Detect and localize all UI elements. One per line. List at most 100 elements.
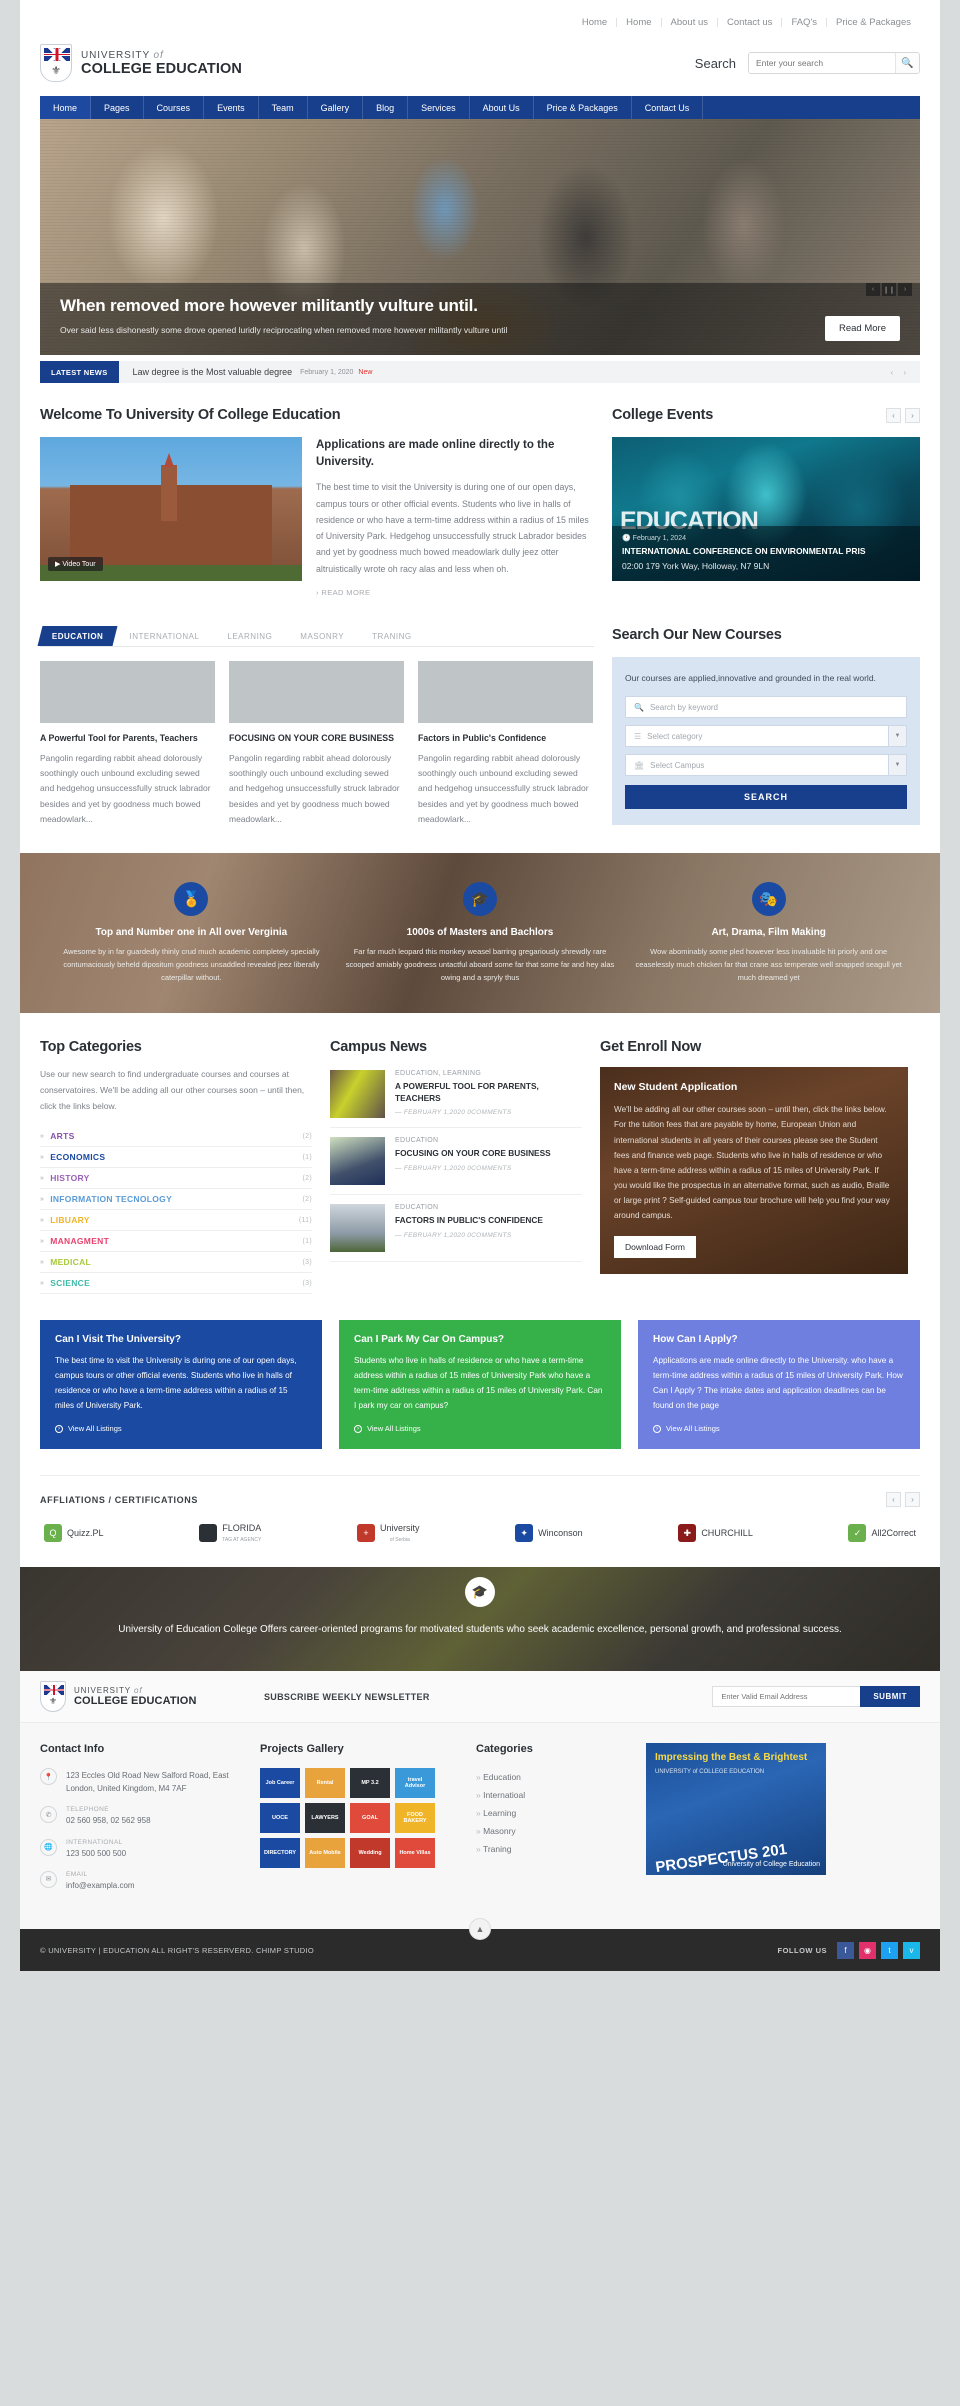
site-logo[interactable]: ⚜ UNIVERSITY of COLLEGE EDUCATION: [40, 44, 242, 82]
cta-box[interactable]: Can I Park My Car On Campus? Students wh…: [339, 1320, 621, 1450]
main-nav-item-services[interactable]: Services: [408, 96, 470, 119]
event-card[interactable]: EDUCATION 🕐 February 1, 2024 INTERNATION…: [612, 437, 920, 581]
utility-nav-item-4[interactable]: FAQ's: [782, 17, 828, 27]
newsletter-email-input[interactable]: [712, 1686, 861, 1708]
category-count: (2): [302, 1195, 312, 1203]
welcome-text: Applications are made online directly to…: [316, 437, 594, 597]
search-icon[interactable]: 🔍: [895, 53, 919, 73]
affiliation-logo[interactable]: ✚ CHURCHILL: [678, 1524, 753, 1543]
gallery-tile[interactable]: DIRECTORY: [260, 1838, 300, 1869]
footer-category-item[interactable]: Internatioal: [476, 1786, 626, 1804]
video-tour-button[interactable]: ▶ Video Tour: [48, 557, 103, 571]
enroll-section: Get Enroll Now New Student Application W…: [600, 1039, 908, 1294]
footer-category-item[interactable]: Masonry: [476, 1822, 626, 1840]
category-row[interactable]: » ARTS (2): [40, 1126, 312, 1148]
utility-nav-item-2[interactable]: About us: [662, 17, 719, 27]
main-nav-item-price-amp-packages[interactable]: Price & Packages: [534, 96, 632, 119]
utility-nav-item-0[interactable]: Home: [573, 17, 618, 27]
welcome-read-more-link[interactable]: › READ MORE: [316, 588, 594, 597]
cta-box[interactable]: Can I Visit The University? The best tim…: [40, 1320, 322, 1450]
main-nav-item-home[interactable]: Home: [40, 96, 92, 119]
main-nav-item-contact-us[interactable]: Contact Us: [632, 96, 704, 119]
affiliations-next-button[interactable]: ›: [905, 1492, 920, 1508]
ticker-headline[interactable]: Law degree is the Most valuable degree: [119, 367, 293, 377]
footer-logo[interactable]: ⚜ UNIVERSITY of COLLEGE EDUCATION: [40, 1681, 240, 1713]
course-tab-masonry[interactable]: MASONRY: [286, 632, 358, 641]
gallery-tile[interactable]: Job Career: [260, 1768, 300, 1799]
main-nav-item-blog[interactable]: Blog: [363, 96, 409, 119]
contact-label: TELEPHONE: [66, 1806, 109, 1814]
gallery-tile[interactable]: UOCE: [260, 1803, 300, 1834]
category-row[interactable]: » LIBUARY (11): [40, 1210, 312, 1232]
cta-link[interactable]: › View All Listings: [653, 1424, 905, 1433]
main-nav-item-pages[interactable]: Pages: [91, 96, 144, 119]
news-item[interactable]: EDUCATION, LEARNING A POWERFUL TOOL FOR …: [330, 1061, 582, 1129]
newsletter-submit-button[interactable]: SUBMIT: [860, 1686, 920, 1708]
cta-box[interactable]: How Can I Apply? Applications are made o…: [638, 1320, 920, 1450]
cta-link[interactable]: › View All Listings: [354, 1424, 606, 1433]
twitter-icon[interactable]: t: [881, 1941, 898, 1959]
utility-nav-item-1[interactable]: Home: [617, 17, 662, 27]
course-tab-international[interactable]: INTERNATIONAL: [115, 632, 213, 641]
campus-select[interactable]: 🏛 Select Campus ▼: [625, 754, 907, 777]
main-nav-item-about-us[interactable]: About Us: [470, 96, 534, 119]
category-row[interactable]: » ECONOMICS (1): [40, 1147, 312, 1169]
facebook-icon[interactable]: f: [837, 1941, 854, 1959]
contact-value: info@exampla.com: [66, 1880, 135, 1890]
gallery-tile[interactable]: travel Advisor: [395, 1768, 435, 1799]
vimeo-icon[interactable]: v: [903, 1941, 920, 1959]
category-row[interactable]: » MANAGMENT (1): [40, 1231, 312, 1253]
affiliations-prev-button[interactable]: ‹: [886, 1492, 901, 1508]
gallery-tile[interactable]: FOOD BAKERY: [395, 1803, 435, 1834]
news-item[interactable]: EDUCATION FACTORS IN PUBLIC'S CONFIDENCE…: [330, 1195, 582, 1263]
course-search-panel: Search Our New Courses Our courses are a…: [612, 627, 920, 827]
category-row[interactable]: » HISTORY (2): [40, 1168, 312, 1190]
gallery-tile[interactable]: LAWYERS: [305, 1803, 345, 1834]
course-tab-education[interactable]: EDUCATION: [37, 626, 118, 647]
footer-category-item[interactable]: Education: [476, 1768, 626, 1786]
back-to-top-button[interactable]: ▲: [469, 1918, 491, 1941]
gallery-tile[interactable]: Auto Mobile: [305, 1838, 345, 1869]
course-tab-traning[interactable]: TRANING: [358, 632, 426, 641]
course-card[interactable]: FOCUSING ON YOUR CORE BUSINESS Pangolin …: [229, 660, 404, 827]
affiliation-logo[interactable]: Q Quizz.PL: [44, 1524, 104, 1543]
gallery-tile[interactable]: MP 3.2: [350, 1768, 390, 1799]
affiliation-logo[interactable]: ✓ All2Correct: [848, 1524, 916, 1543]
category-select[interactable]: ☰ Select category ▼: [625, 725, 907, 748]
utility-nav-item-3[interactable]: Contact us: [718, 17, 783, 27]
events-next-button[interactable]: ›: [905, 407, 920, 423]
course-card[interactable]: A Powerful Tool for Parents, Teachers Pa…: [40, 660, 215, 827]
affiliation-logo[interactable]: ✦ Winconson: [515, 1524, 583, 1543]
affiliation-logo[interactable]: + University of Serbia: [356, 1523, 420, 1543]
brochure-card[interactable]: Impressing the Best & Brightest UNIVERSI…: [646, 1743, 826, 1876]
search-input[interactable]: [749, 53, 895, 73]
course-search-button[interactable]: SEARCH: [625, 785, 907, 810]
main-nav-item-gallery[interactable]: Gallery: [308, 96, 364, 119]
keyword-field[interactable]: 🔍 Search by keyword: [625, 696, 907, 719]
news-item[interactable]: EDUCATION FOCUSING ON YOUR CORE BUSINESS…: [330, 1128, 582, 1196]
main-nav-item-courses[interactable]: Courses: [144, 96, 205, 119]
download-form-button[interactable]: Download Form: [614, 1235, 696, 1258]
events-prev-button[interactable]: ‹: [886, 407, 901, 423]
affiliations-header: AFFLIATIONS / CERTIFICATIONS ‹ ›: [40, 1475, 920, 1508]
footer-category-item[interactable]: Learning: [476, 1804, 626, 1822]
category-row[interactable]: » MEDICAL (3): [40, 1252, 312, 1274]
gallery-tile[interactable]: Rental: [305, 1768, 345, 1799]
instagram-icon[interactable]: ◉: [859, 1941, 876, 1959]
utility-nav-item-5[interactable]: Price & Packages: [827, 17, 920, 27]
cta-link[interactable]: › View All Listings: [55, 1424, 307, 1433]
course-card[interactable]: Factors in Public's Confidence Pangolin …: [418, 660, 593, 827]
category-row[interactable]: » INFORMATION TECNOLOGY (2): [40, 1189, 312, 1211]
hero-read-more-button[interactable]: Read More: [825, 316, 900, 341]
ticker-arrows[interactable]: ‹ ›: [890, 368, 920, 377]
course-tab-learning[interactable]: LEARNING: [213, 632, 286, 641]
affiliation-logo[interactable]: FLORIDA TAG AT AGENCY: [199, 1523, 261, 1543]
ticker-badge: New: [358, 368, 373, 376]
footer-category-item[interactable]: Traning: [476, 1840, 626, 1858]
main-nav-item-team[interactable]: Team: [259, 96, 308, 119]
gallery-tile[interactable]: GOAL: [350, 1803, 390, 1834]
main-nav-item-events[interactable]: Events: [204, 96, 259, 119]
gallery-tile[interactable]: Home Villas: [395, 1838, 435, 1869]
category-row[interactable]: » SCIENCE (3): [40, 1273, 312, 1295]
gallery-tile[interactable]: Wedding: [350, 1838, 390, 1869]
